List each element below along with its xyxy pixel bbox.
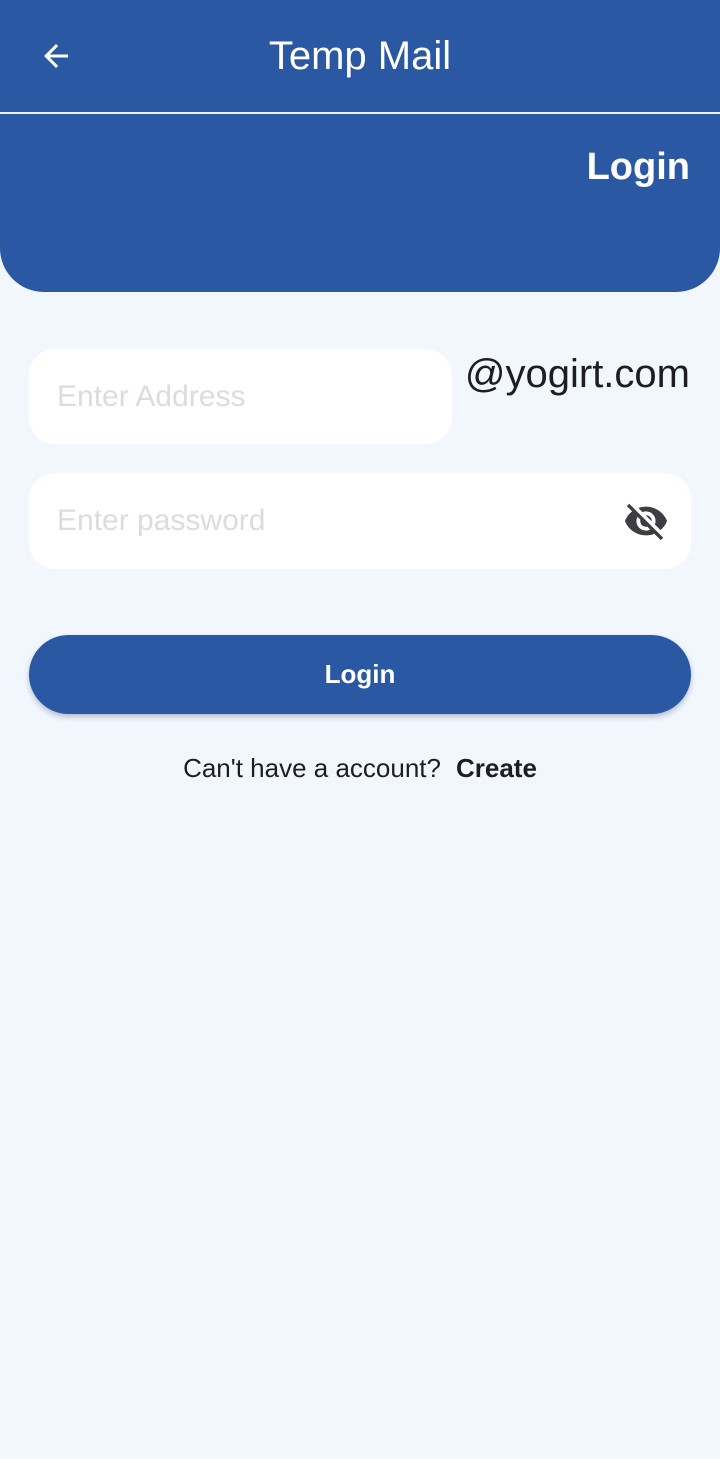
password-input[interactable] (57, 473, 617, 568)
address-field[interactable] (29, 349, 452, 444)
signup-row: Can't have a account? Create (0, 750, 720, 786)
signup-prompt: Can't have a account? (183, 752, 441, 783)
app-title: Temp Mail (268, 33, 452, 78)
arrow-left-icon (44, 44, 68, 68)
back-button[interactable] (24, 26, 88, 86)
eye-off-icon (624, 503, 668, 541)
page-title: Login (586, 146, 690, 188)
create-account-link[interactable]: Create (456, 753, 537, 784)
password-field[interactable] (29, 473, 691, 569)
login-button[interactable]: Login (29, 635, 691, 714)
header-panel: Login (0, 114, 720, 292)
domain-suffix: @yogirt.com (464, 352, 690, 396)
password-visibility-toggle[interactable] (621, 497, 671, 545)
app-bar: Temp Mail (0, 0, 720, 112)
address-input[interactable] (57, 349, 437, 444)
